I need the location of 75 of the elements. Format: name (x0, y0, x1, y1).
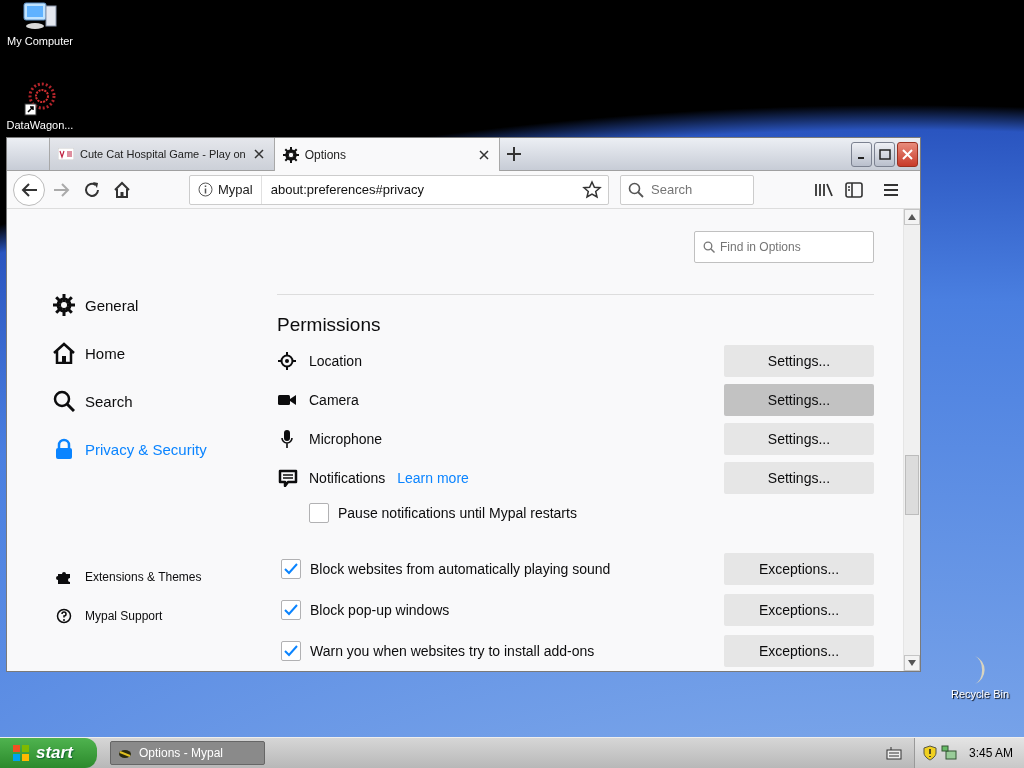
help-icon[interactable] (56, 607, 72, 624)
browser-tab[interactable]: Cute Cat Hospital Game - Play on (49, 138, 274, 170)
learn-more-link[interactable]: Learn more (397, 470, 469, 487)
plus-icon (505, 146, 522, 162)
checkbox-label: Block pop-up windows (310, 601, 450, 618)
checkbox[interactable] (281, 599, 301, 620)
close-tab-button[interactable] (476, 149, 491, 160)
crescent-icon (974, 655, 986, 685)
checkbox[interactable] (281, 558, 301, 579)
gear-icon[interactable] (53, 294, 75, 316)
desktop-icon-label[interactable]: My Computer (7, 35, 73, 47)
permission-label: Microphone (309, 430, 383, 447)
permission-label: Camera (309, 391, 359, 408)
clock: 3:45 AM (969, 746, 1014, 760)
permission-label: Location (309, 352, 362, 369)
exceptions-button[interactable]: Exceptions... (724, 634, 874, 667)
address-bar[interactable]: Mypal about:preferences#privacy (189, 174, 609, 205)
close-tab-button[interactable] (251, 149, 266, 159)
checkbox-label: Warn you when websites try to install add-ons (310, 642, 595, 659)
checkbox[interactable] (281, 640, 301, 661)
sidebar-category[interactable]: Home (7, 329, 277, 377)
checkbox-label: Pause notifications until Mypal restarts (338, 505, 577, 522)
search-field[interactable]: Search (620, 174, 754, 205)
vertical-scrollbar[interactable] (903, 209, 920, 671)
settings-button[interactable]: Settings... (724, 462, 874, 495)
padlock-icon[interactable] (53, 438, 75, 460)
site-identity-label: Mypal (218, 182, 253, 197)
gear-icon (282, 146, 299, 163)
sidebar-category[interactable]: General (7, 281, 277, 329)
settings-button[interactable]: Settings... (724, 422, 874, 455)
home-icon[interactable] (113, 180, 131, 199)
house-icon[interactable] (53, 342, 75, 364)
location-icon (278, 351, 298, 370)
exceptions-button[interactable]: Exceptions... (724, 593, 874, 626)
sidebar-link[interactable]: Mypal Support (7, 596, 169, 635)
sidebar-category[interactable]: Search (7, 377, 277, 425)
sidebar-category[interactable]: Privacy & Security (7, 425, 277, 473)
scroll-up-arrow-icon[interactable] (908, 214, 916, 220)
checkbox[interactable] (309, 503, 329, 524)
checkbox-label: Block websites from automatically playing sound (310, 560, 611, 577)
exceptions-button[interactable]: Exceptions... (724, 552, 874, 585)
url-field[interactable]: about:preferences#privacy (261, 181, 576, 198)
browser-tab[interactable]: Options (273, 138, 500, 171)
minimize-button[interactable] (851, 141, 872, 167)
keyboard-icon[interactable] (886, 746, 902, 760)
permission-label: Notifications (309, 470, 386, 487)
shield-icon[interactable] (923, 745, 937, 761)
settings-button[interactable]: Settings... (724, 383, 874, 416)
maximize-button[interactable] (874, 141, 895, 167)
shortcut-icon (23, 82, 57, 116)
scroll-down-arrow-icon[interactable] (908, 660, 916, 666)
close-icon (478, 149, 489, 160)
menu-icon[interactable] (883, 182, 899, 197)
section-heading: Permissions (277, 313, 382, 337)
network-icon[interactable] (941, 745, 957, 761)
scrollbar-thumb[interactable] (905, 455, 919, 515)
library-icon[interactable] (814, 181, 834, 198)
desktop-icon-label[interactable]: DataWagon... (6, 119, 74, 131)
close-icon (253, 149, 264, 159)
computer-icon (22, 0, 58, 32)
back-button[interactable] (13, 173, 45, 206)
sidebar-icon[interactable] (845, 181, 863, 198)
site-favicon-icon (58, 148, 74, 160)
reload-icon[interactable] (83, 180, 101, 199)
info-icon (198, 182, 213, 197)
search-icon[interactable] (53, 390, 75, 412)
settings-button[interactable]: Settings... (724, 344, 874, 377)
back-icon[interactable] (20, 181, 38, 198)
close-icon[interactable] (901, 147, 914, 161)
sidebar-link[interactable]: Extensions & Themes (7, 557, 208, 596)
speech-bubble-icon (278, 469, 298, 488)
maximize-icon[interactable] (878, 147, 891, 161)
star-icon[interactable] (582, 179, 602, 200)
find-in-options-field[interactable]: Find in Options (694, 231, 874, 263)
close-button[interactable] (897, 141, 918, 167)
